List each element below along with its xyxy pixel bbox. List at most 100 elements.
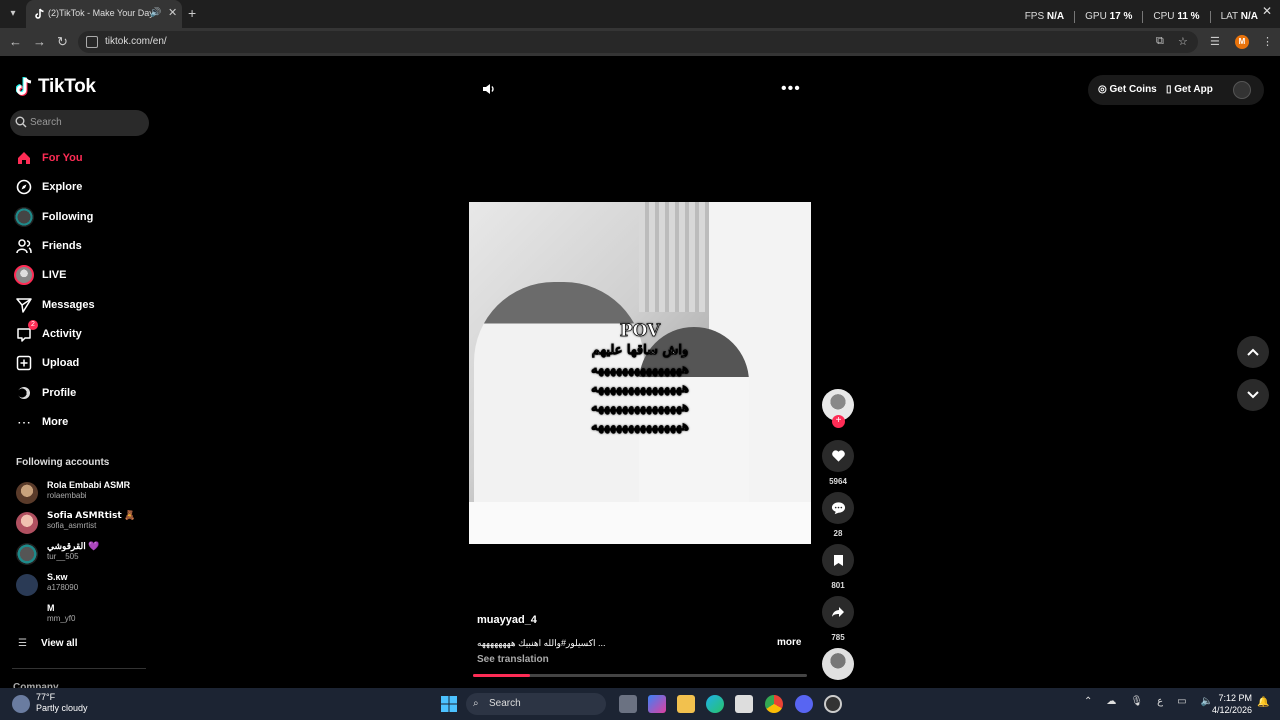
- microphone-icon[interactable]: 🎙: [1130, 696, 1143, 707]
- comment-count: 28: [833, 529, 843, 538]
- chrome-icon[interactable]: [765, 695, 783, 713]
- share-count: 785: [831, 633, 845, 642]
- tiktok-note-icon: [16, 77, 32, 96]
- windows-taskbar: 77°F Partly cloudy ⌕ Search ⌃ ☁ 🎙 ع ▭ 🔈 …: [0, 688, 1280, 720]
- follow-plus-icon[interactable]: +: [832, 415, 845, 428]
- save-action[interactable]: 801: [822, 544, 854, 590]
- following-account[interactable]: 𝗦𝗼𝗳𝗶𝗮 𝗔𝗦𝗠𝗥𝘁𝗶𝘀𝘁 🧸 sofia_asmrtist: [16, 510, 156, 538]
- notification-icon[interactable]: 🔔: [1257, 697, 1269, 708]
- file-explorer-icon[interactable]: [677, 695, 695, 713]
- description-more-button[interactable]: more: [777, 637, 801, 648]
- tab-audio-icon[interactable]: 🔊: [150, 7, 161, 18]
- avatar: [16, 605, 38, 627]
- get-coins-button[interactable]: ◎ Get Coins: [1098, 84, 1157, 95]
- windows-start-icon[interactable]: [440, 695, 458, 713]
- url-text[interactable]: tiktok.com/en/: [105, 36, 167, 47]
- video-more-options-icon[interactable]: •••: [781, 80, 801, 98]
- activity-badge: 2: [28, 320, 38, 330]
- following-account[interactable]: M mm_yf0: [16, 603, 156, 631]
- volume-icon[interactable]: [482, 82, 496, 99]
- tab-close-icon[interactable]: ✕: [168, 6, 177, 19]
- theme-moon-icon[interactable]: [1233, 81, 1251, 99]
- tray-overflow-icon[interactable]: ⌃: [1084, 696, 1092, 707]
- forward-icon[interactable]: →: [33, 34, 46, 49]
- like-count: 5964: [829, 477, 847, 486]
- search-box[interactable]: Search: [10, 110, 149, 136]
- search-input[interactable]: Search: [30, 117, 62, 128]
- language-indicator[interactable]: ع: [1157, 696, 1163, 707]
- browser-tab-bar: ▾ (2)TikTok - Make Your Day 🔊 ✕ + FPS N/…: [0, 0, 1280, 28]
- nav-for-you[interactable]: For You: [14, 146, 154, 170]
- video-player[interactable]: POV واش ساقها عليهم هههههههههههههههه ههه…: [469, 202, 811, 544]
- nav-messages[interactable]: Messages: [14, 293, 154, 317]
- weather-temp: 77°F: [36, 692, 56, 702]
- nav-following[interactable]: Following: [14, 205, 154, 229]
- bookmark-star-icon[interactable]: ☆: [1178, 35, 1188, 48]
- get-app-button[interactable]: ▯ Get App: [1166, 84, 1213, 95]
- nav-friends[interactable]: Friends: [14, 234, 154, 258]
- perf-cpu: CPU 11 %: [1153, 11, 1200, 22]
- plus-square-icon: [14, 353, 34, 373]
- task-view-icon[interactable]: [619, 695, 637, 713]
- heart-icon[interactable]: [822, 440, 854, 472]
- discord-icon[interactable]: [795, 695, 813, 713]
- weather-widget[interactable]: 77°F Partly cloudy: [12, 692, 88, 714]
- tiktok-favicon-icon: [35, 8, 44, 19]
- browser-tab[interactable]: (2)TikTok - Make Your Day 🔊 ✕: [26, 0, 182, 28]
- live-icon: [14, 265, 34, 285]
- new-tab-button[interactable]: +: [188, 5, 196, 21]
- edge-icon[interactable]: [706, 695, 724, 713]
- chevron-up-icon: [1247, 348, 1259, 356]
- following-account[interactable]: S.ĸᴡ a178090: [16, 572, 156, 600]
- bookmark-icon[interactable]: [822, 544, 854, 576]
- author-username[interactable]: muayyad_4: [477, 614, 537, 626]
- video-progress-bar[interactable]: [473, 674, 807, 677]
- onedrive-icon[interactable]: ☁: [1106, 696, 1116, 707]
- weather-cloud-icon: [12, 695, 30, 713]
- back-icon[interactable]: ←: [9, 34, 22, 49]
- store-icon[interactable]: [735, 695, 753, 713]
- search-icon: [15, 116, 27, 128]
- like-action[interactable]: 5964: [822, 440, 854, 486]
- video-overlay-text: POV واش ساقها عليهم هههههههههههههههه ههه…: [591, 321, 689, 434]
- reading-list-icon[interactable]: ☰: [1210, 35, 1220, 48]
- nav-more[interactable]: ⋯ More: [14, 410, 154, 434]
- previous-video-button[interactable]: [1237, 336, 1269, 368]
- reload-icon[interactable]: ↻: [57, 34, 68, 50]
- network-icon[interactable]: ▭: [1177, 696, 1186, 707]
- taskbar-clock[interactable]: 7:12 PM 4/12/2026: [1208, 692, 1252, 716]
- window-close-icon[interactable]: ✕: [1262, 4, 1272, 18]
- nav-explore[interactable]: Explore: [14, 175, 154, 199]
- avatar: [16, 512, 38, 534]
- tiktok-logo[interactable]: TikTok: [16, 76, 96, 98]
- nav-live[interactable]: LIVE: [14, 263, 154, 287]
- paper-plane-icon: [14, 295, 34, 315]
- following-accounts-heading: Following accounts: [16, 457, 110, 468]
- comment-action[interactable]: 28: [822, 492, 854, 538]
- next-video-button[interactable]: [1237, 379, 1269, 411]
- tab-search-button[interactable]: ▾: [4, 5, 22, 23]
- see-translation-button[interactable]: See translation: [477, 654, 549, 665]
- taskbar-search[interactable]: ⌕ Search: [466, 693, 606, 715]
- view-all-button[interactable]: ☰ View all: [18, 638, 77, 649]
- nav-profile[interactable]: Profile: [14, 381, 154, 405]
- brand-wordmark: TikTok: [38, 76, 96, 97]
- ellipsis-icon: ⋯: [17, 413, 31, 430]
- install-app-icon[interactable]: ⧉: [1156, 35, 1164, 48]
- nav-upload[interactable]: Upload: [14, 351, 154, 375]
- following-account[interactable]: القرقوشي 💜 tur__505: [16, 541, 156, 569]
- site-info-icon[interactable]: [86, 36, 98, 48]
- comment-icon[interactable]: [822, 492, 854, 524]
- address-bar[interactable]: tiktok.com/en/ ⧉ ☆: [78, 31, 1198, 53]
- music-disc-avatar[interactable]: [822, 648, 854, 680]
- perf-lat: LAT N/A: [1220, 11, 1258, 22]
- share-action[interactable]: 785: [822, 596, 854, 642]
- save-count: 801: [831, 581, 845, 590]
- browser-menu-icon[interactable]: ⋮: [1262, 35, 1273, 48]
- copilot-icon[interactable]: [648, 695, 666, 713]
- profile-avatar[interactable]: M: [1235, 35, 1249, 49]
- following-account[interactable]: Rola Embabi ASMR rolaembabi: [16, 480, 156, 508]
- share-icon[interactable]: [822, 596, 854, 628]
- app-icon[interactable]: [824, 695, 842, 713]
- nav-activity[interactable]: 2 Activity: [14, 320, 154, 346]
